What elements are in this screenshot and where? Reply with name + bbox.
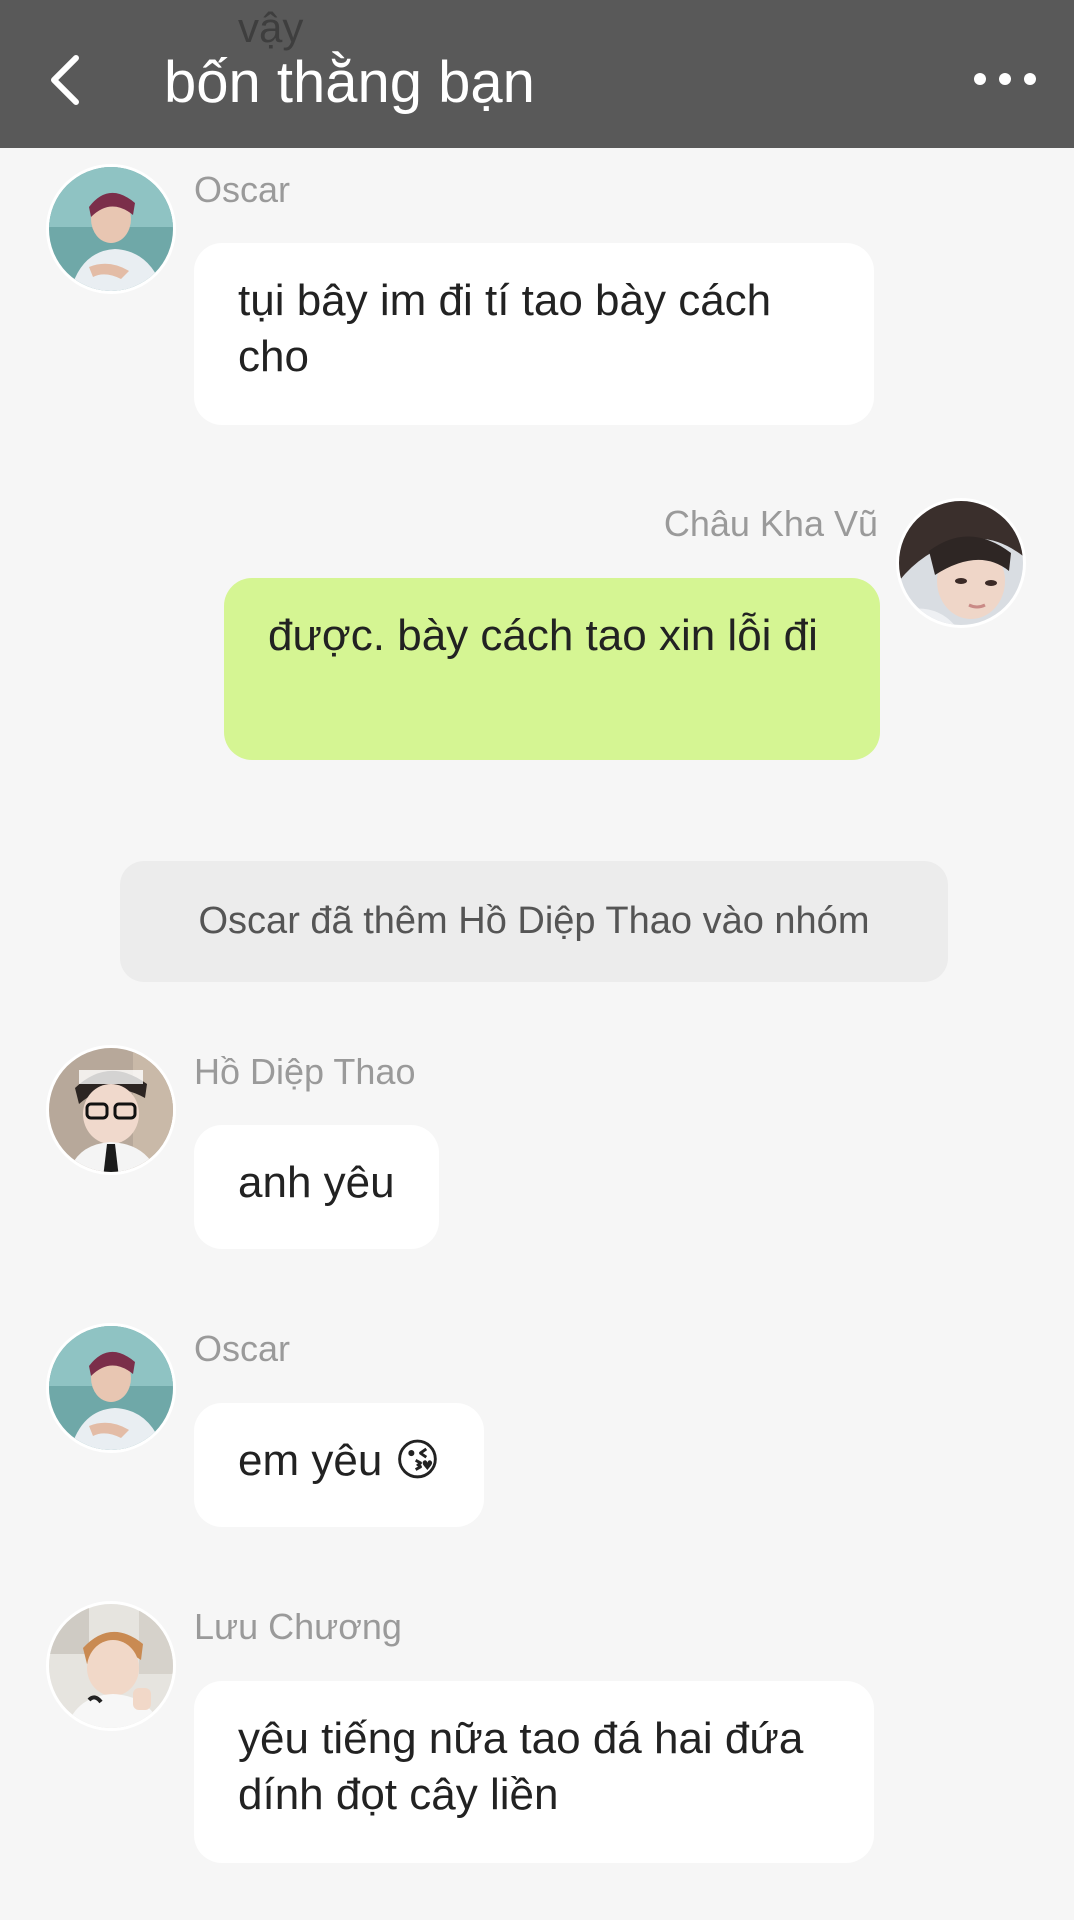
message-bubble[interactable]: tụi bây im đi tí tao bày cách cho xyxy=(194,243,874,425)
message-bubble[interactable]: yêu tiếng nữa tao đá hai đứa dính đọt câ… xyxy=(194,1681,874,1863)
message-sender-name: Lưu Chương xyxy=(194,1606,402,1647)
my-message-bubble[interactable]: được. bày cách tao xin lỗi đi xyxy=(224,578,880,760)
message-sender-name: Oscar xyxy=(194,1328,291,1369)
chat-header: vậy bốn thằng bạn xyxy=(0,0,1074,148)
more-options-button[interactable] xyxy=(970,64,1040,94)
luu-chuong-avatar[interactable] xyxy=(46,1601,176,1731)
message-sender-name: Hồ Diệp Thao xyxy=(194,1051,416,1092)
message-bubble[interactable]: em yêu 😘 xyxy=(194,1403,485,1527)
message-bubble[interactable]: anh yêu xyxy=(194,1125,439,1249)
more-horizontal-icon xyxy=(974,73,1036,85)
chau-kha-vu-avatar[interactable] xyxy=(896,498,1026,628)
oscar-avatar[interactable] xyxy=(46,1323,176,1453)
back-button[interactable] xyxy=(44,50,88,110)
chat-screen: vậy bốn thằng bạn Oscar tụi bây im đi tí… xyxy=(0,0,1074,1920)
oscar-avatar[interactable] xyxy=(46,164,176,294)
scrolled-message-fragment: vậy xyxy=(238,4,304,51)
chevron-left-icon xyxy=(51,55,79,105)
chat-title: bốn thằng bạn xyxy=(164,50,535,115)
ho-diep-thao-avatar[interactable] xyxy=(46,1045,176,1175)
system-notice: Oscar đã thêm Hồ Diệp Thao vào nhóm xyxy=(120,861,948,982)
message-sender-name: Châu Kha Vũ xyxy=(663,503,878,544)
message-sender-name: Oscar xyxy=(194,169,291,210)
